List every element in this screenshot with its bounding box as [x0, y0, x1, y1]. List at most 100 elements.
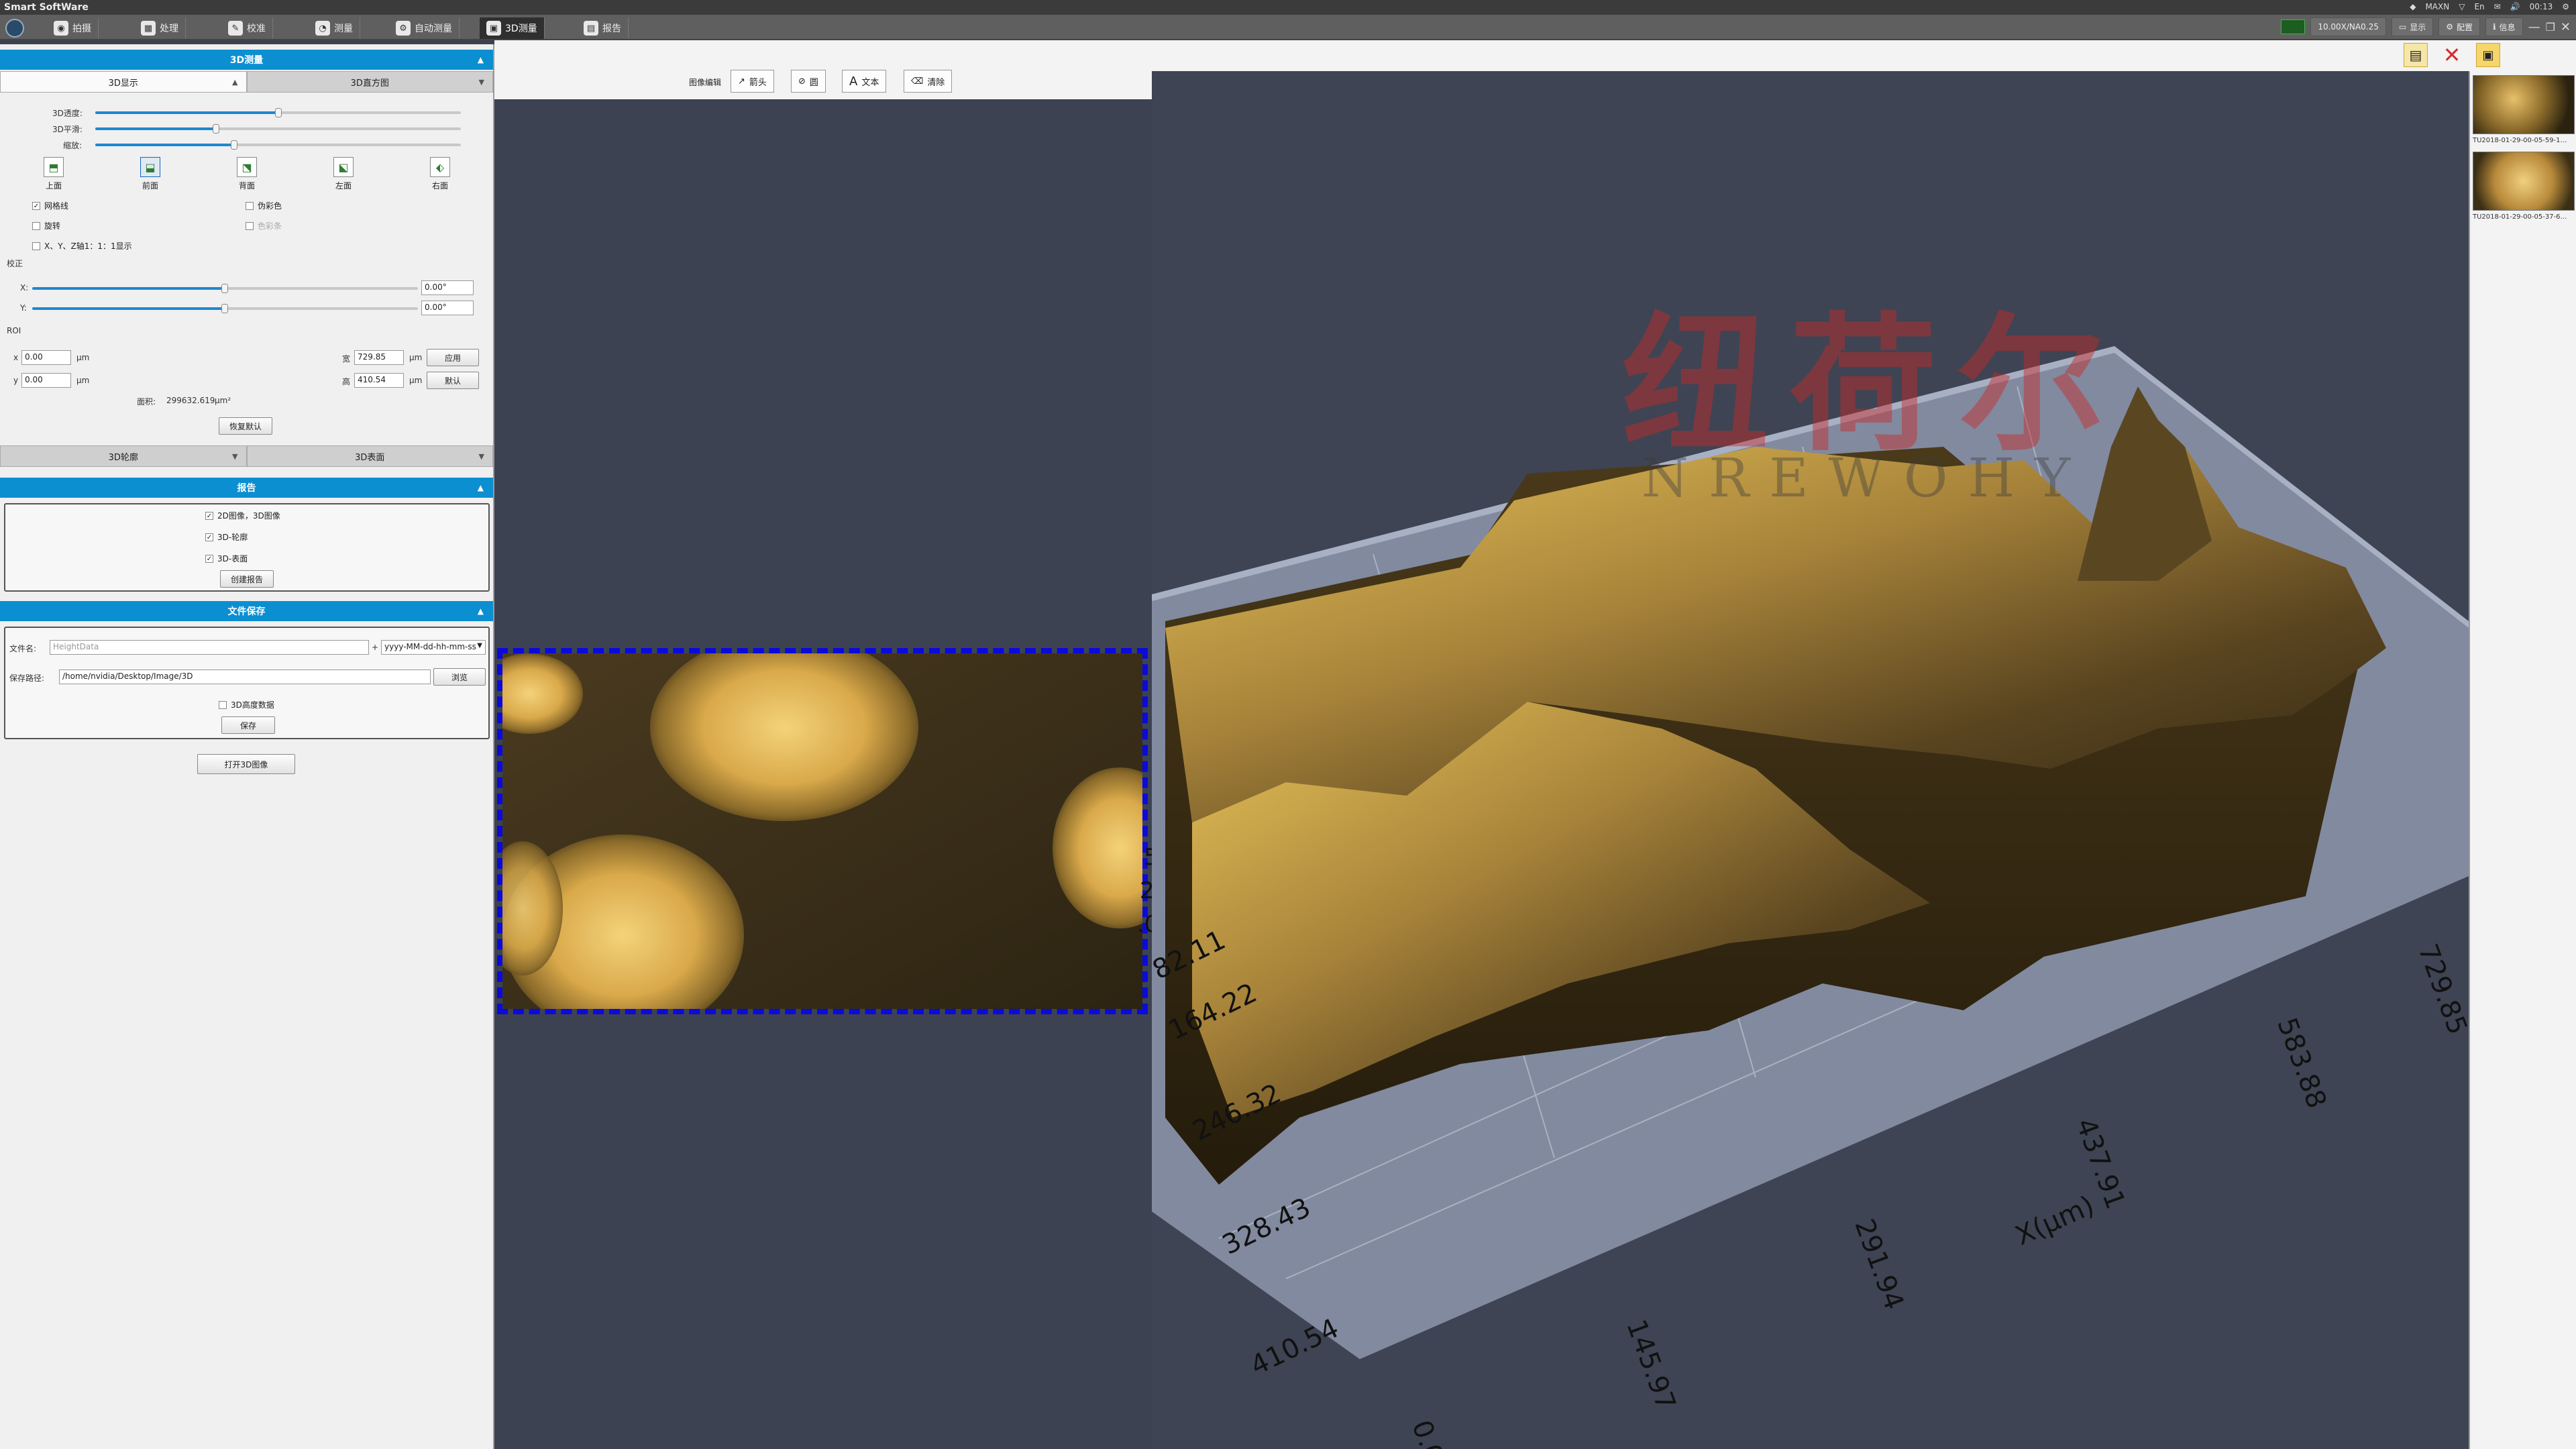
view-right-button[interactable]: ⬖ 右面 — [420, 157, 460, 191]
profile-subtabs: 3D轮廓 ▼ 3D表面 ▼ — [0, 445, 493, 467]
settings-gear-icon[interactable]: ⚙ — [2562, 2, 2569, 11]
system-tray: ◆ MAXN ▽ En ✉ 🔊 00:13 ⚙ — [2410, 2, 2569, 11]
zoom-slider[interactable] — [95, 140, 461, 150]
tab-measure[interactable]: ◔ 测量 — [309, 17, 360, 39]
report-header[interactable]: 报告 ▲ — [0, 478, 493, 498]
chevron-up-icon: ▲ — [232, 77, 238, 87]
view-back-button[interactable]: ⬔ 背面 — [227, 157, 267, 191]
save-button[interactable]: 保存 — [221, 716, 275, 734]
correction-y-slider[interactable] — [32, 304, 418, 313]
report-icon: ▤ — [584, 21, 598, 36]
slider-knob[interactable] — [231, 140, 238, 150]
color-bar-checkbox[interactable]: 色彩条 — [246, 220, 282, 231]
circle-icon: ⊘ — [798, 76, 806, 87]
info-icon: ℹ — [2492, 22, 2496, 32]
correction-x-label: X: — [20, 283, 29, 292]
arrow-tool-button[interactable]: ↗ 箭头 — [731, 70, 774, 93]
image-process-icon: ▦ — [141, 21, 156, 36]
restore-default-button[interactable]: 恢复默认 — [219, 417, 272, 435]
report-2d3d-checkbox[interactable]: ✓ 2D图像，3D图像 — [205, 510, 280, 521]
subtab-3d-display[interactable]: 3D显示 ▲ — [0, 71, 247, 93]
slider-knob[interactable] — [274, 108, 282, 117]
roi-x-field[interactable]: 0.00 — [21, 350, 71, 365]
config-button[interactable]: ⚙ 配置 — [2438, 17, 2480, 36]
wifi-icon[interactable]: ▽ — [2459, 2, 2465, 11]
thumbnail-item[interactable]: TU2018-01-29-00-05-59-1… — [2473, 75, 2575, 144]
display-button[interactable]: ▭ 显示 — [2391, 17, 2434, 36]
create-report-button[interactable]: 创建报告 — [220, 570, 274, 588]
image-edit-toolbar: 图像编辑 ↗ 箭头 ⊘ 圆 A 文本 ⌫ 清除 — [494, 40, 1152, 99]
file-save-group: 文件名: HeightData + yyyy-MM-dd-hh-mm-ss ▼ 保… — [4, 627, 490, 739]
correction-y-field[interactable]: 0.00° — [421, 301, 474, 315]
view-back-icon: ⬔ — [237, 157, 257, 177]
xyz-ratio-checkbox[interactable]: X、Y、Z轴1：1：1显示 — [32, 240, 132, 252]
apply-button[interactable]: 应用 — [427, 349, 479, 366]
tab-calibrate[interactable]: ✎ 校准 — [221, 17, 273, 39]
subtab-3d-histogram[interactable]: 3D直方图 ▼ — [246, 71, 493, 93]
slider-fill — [95, 127, 216, 130]
smooth-slider[interactable] — [95, 124, 461, 133]
roi-width-field[interactable]: 729.85 — [354, 350, 404, 365]
browse-button[interactable]: 浏览 — [433, 668, 486, 686]
view-left-icon: ⬕ — [333, 157, 354, 177]
save-path-input[interactable]: /home/nvidia/Desktop/Image/3D — [59, 669, 431, 684]
grid-checkbox[interactable]: ✓ 网格线 — [32, 200, 68, 211]
filename-input[interactable]: HeightData — [50, 640, 369, 655]
report-profile-checkbox[interactable]: ✓ 3D-轮廓 — [205, 531, 248, 543]
tab-capture[interactable]: ◉ 拍摄 — [47, 17, 99, 39]
restore-icon[interactable]: ❐ — [2546, 21, 2555, 34]
correction-x-slider[interactable] — [32, 284, 418, 293]
height-data-checkbox[interactable]: 3D高度数据 — [219, 699, 274, 710]
subtab-3d-surface[interactable]: 3D表面 ▼ — [246, 445, 493, 467]
tab-auto-measure[interactable]: ⚙ 自动测量 — [389, 17, 460, 39]
status-indicator — [2281, 19, 2306, 34]
thumbnail-strip: TU2018-01-29-00-05-59-1… TU2018-01-29-00… — [2469, 71, 2576, 1449]
report-surface-checkbox[interactable]: ✓ 3D-表面 — [205, 553, 248, 564]
clear-tool-button[interactable]: ⌫ 清除 — [904, 70, 953, 93]
roi-y-field[interactable]: 0.00 — [21, 373, 71, 388]
slider-knob[interactable] — [212, 124, 219, 133]
subtab-3d-profile[interactable]: 3D轮廓 ▼ — [0, 445, 247, 467]
close-icon[interactable]: ✕ — [2561, 20, 2571, 34]
2d-canvas[interactable]: 5 28 .00 — [494, 99, 1173, 1449]
measure-icon: ◔ — [315, 21, 330, 36]
info-button[interactable]: ℹ 信息 — [2485, 17, 2523, 36]
view-top-button[interactable]: ⬒ 上面 — [34, 157, 74, 191]
2d-image-preview[interactable] — [497, 648, 1148, 1014]
correction-label: 校正 — [7, 259, 23, 268]
delete-icon[interactable]: ✕ — [2440, 42, 2464, 68]
camera-icon: ◉ — [54, 21, 68, 36]
default-button[interactable]: 默认 — [427, 372, 479, 389]
3d-view-canvas[interactable]: X(μm) 0.00 145.97 291.94 437.91 583.88 7… — [1152, 71, 2469, 1449]
rotate-checkbox[interactable]: 旋转 — [32, 220, 60, 231]
panel-3d-header[interactable]: 3D测量 ▲ — [0, 50, 493, 70]
slider-knob[interactable] — [221, 304, 228, 313]
view-front-button[interactable]: ⬓ 前面 — [130, 157, 170, 191]
save-file-icon[interactable]: ▤ — [2404, 43, 2428, 67]
thumbnail-item[interactable]: TU2018-01-29-00-05-37-6… — [2473, 152, 2575, 221]
volume-icon[interactable]: 🔊 — [2510, 2, 2520, 11]
tab-report[interactable]: ▤ 报告 — [577, 17, 629, 39]
mail-icon[interactable]: ✉ — [2494, 2, 2501, 11]
open-folder-icon[interactable]: ▣ — [2476, 43, 2500, 67]
power-mode[interactable]: MAXN — [2425, 2, 2449, 11]
image-edit-label: 图像编辑 — [689, 78, 722, 87]
transparency-slider[interactable] — [95, 108, 461, 117]
file-save-header[interactable]: 文件保存 ▲ — [0, 601, 493, 621]
circle-tool-button[interactable]: ⊘ 圆 — [791, 70, 826, 93]
tab-3d-measure[interactable]: ▣ 3D测量 — [480, 17, 545, 39]
pseudo-color-checkbox[interactable]: 伪彩色 — [246, 200, 282, 211]
text-tool-button[interactable]: A 文本 — [842, 70, 887, 93]
date-format-select[interactable]: yyyy-MM-dd-hh-mm-ss ▼ — [381, 640, 486, 655]
tab-process[interactable]: ▦ 处理 — [134, 17, 186, 39]
nvidia-icon[interactable]: ◆ — [2410, 2, 2416, 11]
view-left-button[interactable]: ⬕ 左面 — [323, 157, 364, 191]
correction-x-field[interactable]: 0.00° — [421, 280, 474, 295]
unit-label: μm — [409, 376, 423, 385]
open-3d-image-button[interactable]: 打开3D图像 — [197, 754, 295, 774]
roi-height-field[interactable]: 410.54 — [354, 373, 404, 388]
keyboard-icon[interactable]: En — [2474, 2, 2484, 11]
minimize-icon[interactable]: — — [2528, 20, 2540, 34]
status-area: 10.00X/NA0.25 ▭ 显示 ⚙ 配置 ℹ 信息 — ❐ ✕ — [2281, 17, 2571, 36]
slider-knob[interactable] — [221, 284, 228, 293]
